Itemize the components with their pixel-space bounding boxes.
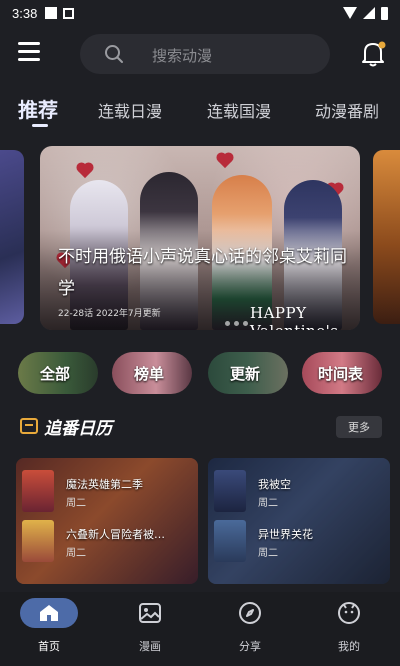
tab-recommend[interactable]: 推荐 <box>18 94 58 123</box>
bottom-navigation: 首页 漫画 分享 我的 <box>0 592 400 666</box>
menu-icon-line <box>18 50 40 53</box>
category-update-button[interactable]: 更新 <box>208 352 288 394</box>
nav-label: 首页 <box>38 640 60 653</box>
nav-label: 漫画 <box>139 640 161 653</box>
menu-icon-line <box>18 58 40 61</box>
banner-carousel[interactable]: 不时用俄语小声说真心话的邻桌艾莉同学 22-28话 2022年7月更新 HAPP… <box>40 146 360 330</box>
search-placeholder: 搜索动漫 <box>152 47 213 65</box>
anime-airday: 周二 <box>258 498 278 509</box>
nav-profile[interactable]: 我的 <box>313 598 385 658</box>
nav-home[interactable]: 首页 <box>13 598 85 658</box>
more-button[interactable]: 更多 <box>336 416 382 438</box>
category-schedule-button[interactable]: 时间表 <box>302 352 382 394</box>
profile-icon <box>327 598 371 628</box>
category-tabs: 推荐 连载日漫 连载国漫 动漫番剧 <box>0 92 400 132</box>
banner-subtitle: 22-28话 2022年7月更新 <box>58 309 161 319</box>
anime-thumbnail <box>22 520 54 562</box>
tab-serial-japanese[interactable]: 连载日漫 <box>98 98 162 122</box>
heart-decoration <box>77 163 93 179</box>
category-all-button[interactable]: 全部 <box>18 352 98 394</box>
anime-title: 魔法英雄第二季 <box>66 478 143 491</box>
anime-airday: 周二 <box>66 498 86 509</box>
carousel-dot <box>225 321 230 326</box>
anime-title: 我被空 <box>258 478 291 491</box>
signal-icon <box>363 7 375 19</box>
image-icon <box>128 598 172 628</box>
calendar-card[interactable]: 我被空 周二 异世界关花 周二 <box>208 458 390 584</box>
heart-decoration <box>217 153 233 169</box>
anime-airday: 周二 <box>258 548 278 559</box>
nav-comics[interactable]: 漫画 <box>114 598 186 658</box>
section-title: 追番日历 <box>44 419 112 439</box>
tab-serial-chinese[interactable]: 连载国漫 <box>207 98 271 122</box>
bell-icon[interactable] <box>360 40 386 68</box>
category-label: 更新 <box>230 365 261 383</box>
calendar-card[interactable]: 魔法英雄第二季 周二 六叠新人冒险者被… 周二 <box>16 458 198 584</box>
banner-prev-preview[interactable] <box>0 150 24 324</box>
carousel-dot <box>234 321 239 326</box>
category-label: 榜单 <box>134 365 165 383</box>
banner-next-preview[interactable] <box>373 150 400 324</box>
category-label: 时间表 <box>318 365 364 383</box>
nav-label: 我的 <box>338 640 360 653</box>
banner-decor-text: HAPPY Valentine's Day <box>250 304 338 330</box>
anime-thumbnail <box>214 520 246 562</box>
category-ranking-button[interactable]: 榜单 <box>112 352 192 394</box>
anime-title: 六叠新人冒险者被… <box>66 528 165 541</box>
menu-button[interactable] <box>18 42 44 66</box>
compass-icon <box>228 598 272 628</box>
battery-icon <box>381 6 388 20</box>
category-label: 全部 <box>40 365 71 383</box>
search-bar[interactable]: 搜索动漫 <box>80 34 330 74</box>
top-bar: 搜索动漫 <box>0 30 400 78</box>
search-icon <box>105 45 123 63</box>
notification-icon <box>45 7 58 19</box>
list-item[interactable]: 异世界关花 周二 <box>214 520 384 562</box>
tab-anime-series[interactable]: 动漫番剧 <box>315 98 379 122</box>
nav-label: 分享 <box>239 640 261 653</box>
banner-title: 不时用俄语小声说真心话的邻桌艾莉同学 <box>58 247 347 299</box>
anime-thumbnail <box>214 470 246 512</box>
anime-title: 异世界关花 <box>258 528 313 541</box>
status-time: 3:38 <box>12 5 38 21</box>
menu-icon-line <box>18 42 40 45</box>
list-item[interactable]: 我被空 周二 <box>214 470 384 512</box>
anime-airday: 周二 <box>66 548 86 559</box>
calendar-icon <box>20 418 38 434</box>
carousel-dot <box>243 321 248 326</box>
tab-active-indicator <box>32 124 48 127</box>
nav-share[interactable]: 分享 <box>214 598 286 658</box>
home-icon <box>20 598 78 628</box>
list-item[interactable]: 魔法英雄第二季 周二 <box>22 470 192 512</box>
anime-thumbnail <box>22 470 54 512</box>
gallery-notification-icon <box>63 7 75 19</box>
wifi-icon <box>343 7 357 19</box>
status-bar: 3:38 <box>0 0 400 26</box>
list-item[interactable]: 六叠新人冒险者被… 周二 <box>22 520 192 562</box>
carousel-indicator <box>225 321 248 326</box>
